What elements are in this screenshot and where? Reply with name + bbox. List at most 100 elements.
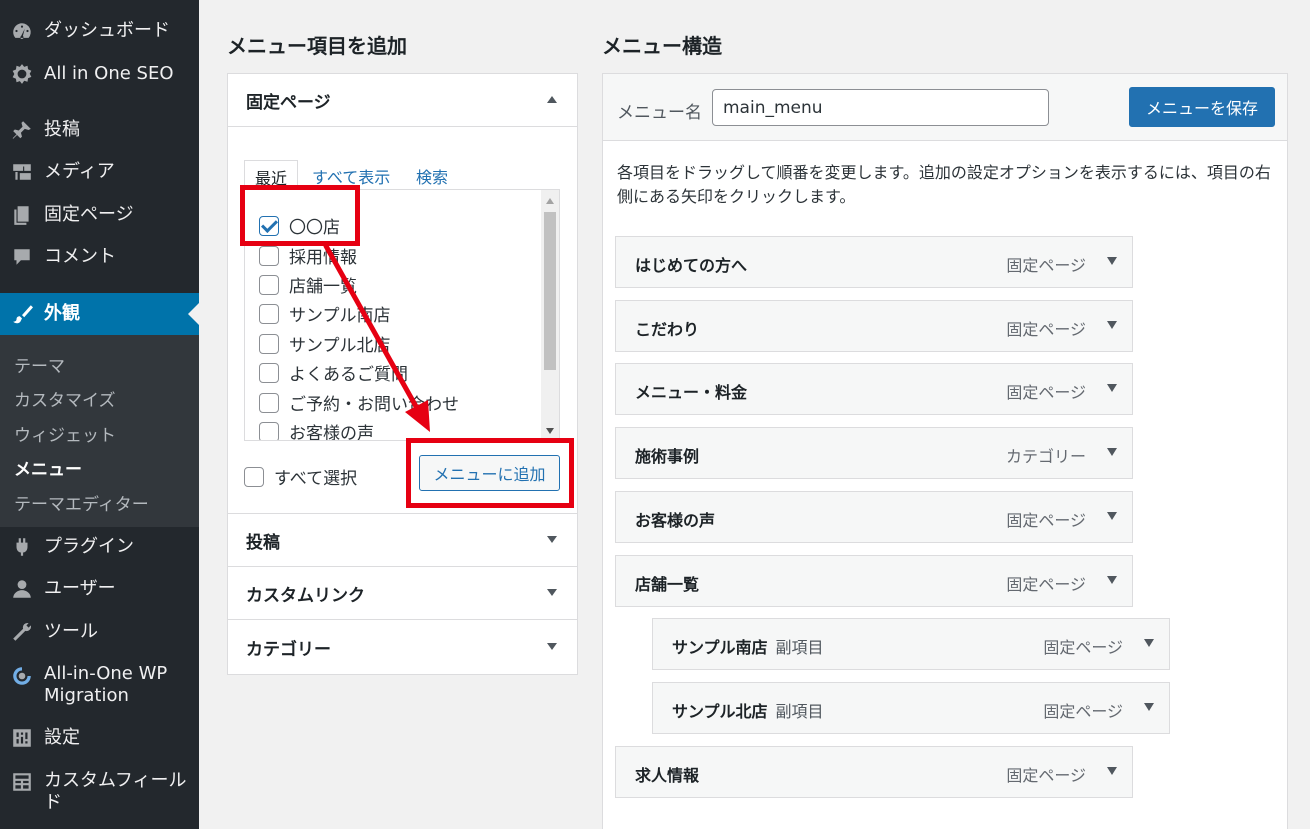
accordion-pages[interactable]: 固定ページ bbox=[228, 74, 577, 127]
sidebar-item-users[interactable]: ユーザー bbox=[0, 578, 199, 600]
sidebar-item-label: コメント bbox=[44, 246, 116, 267]
menu-item[interactable]: 求人情報 固定ページ bbox=[615, 746, 1133, 798]
sidebar-item-seo[interactable]: All in One SEO bbox=[0, 63, 199, 85]
menu-sub-item[interactable]: サンプル北店 副項目 固定ページ bbox=[652, 682, 1170, 734]
brush-icon bbox=[0, 303, 44, 325]
checkbox[interactable] bbox=[259, 333, 279, 354]
page-label: サンプル北店 bbox=[289, 336, 391, 356]
expand-arrow-icon[interactable] bbox=[1107, 384, 1117, 392]
scroll-thumb[interactable] bbox=[544, 212, 556, 370]
expand-arrow-icon[interactable] bbox=[547, 536, 557, 543]
scroll-down-icon[interactable] bbox=[546, 428, 554, 434]
page-label: ご予約・お問い合わせ bbox=[289, 395, 459, 415]
sidebar-item-label: 投稿 bbox=[44, 119, 80, 140]
menu-item[interactable]: こだわり 固定ページ bbox=[615, 300, 1133, 352]
page-label: 採用情報 bbox=[289, 248, 357, 268]
select-all-checkbox[interactable] bbox=[244, 466, 264, 487]
accordion-custom-links[interactable]: カスタムリンク bbox=[228, 567, 577, 620]
menu-name-input[interactable] bbox=[712, 89, 1049, 126]
page-label: サンプル南店 bbox=[289, 306, 391, 326]
submenu-item-menus[interactable]: メニュー bbox=[14, 455, 82, 480]
page-checkbox-row[interactable]: ご予約・お問い合わせ bbox=[259, 390, 459, 415]
sidebar-item-posts[interactable]: 投稿 bbox=[0, 119, 199, 141]
sidebar-item-appearance[interactable]: 外観 bbox=[0, 293, 199, 335]
active-indicator bbox=[188, 303, 199, 325]
checkbox[interactable] bbox=[259, 274, 279, 295]
accordion-title: カテゴリー bbox=[246, 640, 331, 660]
menu-item[interactable]: 施術事例 カテゴリー bbox=[615, 427, 1133, 479]
menu-item[interactable]: はじめての方へ 固定ページ bbox=[615, 236, 1133, 288]
checkbox[interactable] bbox=[259, 362, 279, 383]
checkbox[interactable] bbox=[259, 245, 279, 266]
page-checkbox-row[interactable]: サンプル南店 bbox=[259, 301, 391, 326]
annotation-highlight-add-button bbox=[406, 438, 574, 508]
checkbox[interactable] bbox=[259, 421, 279, 440]
sidebar-item-plugins[interactable]: プラグイン bbox=[0, 536, 199, 558]
accordion-title: 固定ページ bbox=[246, 92, 331, 113]
tab-search[interactable]: 検索 bbox=[406, 160, 458, 190]
expand-arrow-icon[interactable] bbox=[1144, 703, 1154, 711]
expand-arrow-icon[interactable] bbox=[1107, 512, 1117, 520]
menu-item[interactable]: メニュー・料金 固定ページ bbox=[615, 363, 1133, 415]
page-checkbox-row[interactable]: サンプル北店 bbox=[259, 331, 391, 356]
sidebar-item-migration[interactable]: All-in-One WP Migration bbox=[0, 663, 199, 709]
menu-item-title: 求人情報 bbox=[635, 766, 700, 785]
collapse-arrow-icon[interactable] bbox=[547, 96, 557, 103]
submenu-item-theme-editor[interactable]: テーマエディター bbox=[14, 490, 149, 515]
page-checkbox-row[interactable]: 採用情報 bbox=[259, 243, 357, 268]
sidebar-item-comments[interactable]: コメント bbox=[0, 246, 199, 268]
menu-item-title: お客様の声 bbox=[635, 511, 716, 530]
accordion-posts[interactable]: 投稿 bbox=[228, 514, 577, 567]
sidebar-item-tools[interactable]: ツール bbox=[0, 621, 199, 643]
sidebar-item-media[interactable]: メディア bbox=[0, 161, 199, 183]
checkbox[interactable] bbox=[259, 392, 279, 413]
sidebar-item-label: カスタムフィールド bbox=[44, 770, 187, 813]
menu-item[interactable]: 店舗一覧 固定ページ bbox=[615, 555, 1133, 607]
sidebar-item-dashboard[interactable]: ダッシュボード bbox=[0, 20, 199, 42]
accordion-categories[interactable]: カテゴリー bbox=[228, 621, 577, 674]
submenu-item-widgets[interactable]: ウィジェット bbox=[14, 421, 116, 446]
expand-arrow-icon[interactable] bbox=[1107, 448, 1117, 456]
sidebar-item-label: メディア bbox=[44, 161, 115, 182]
page-checkbox-row[interactable]: 店舗一覧 bbox=[259, 272, 357, 297]
sidebar-item-label: プラグイン bbox=[44, 536, 134, 557]
expand-arrow-icon[interactable] bbox=[1107, 257, 1117, 265]
admin-sidebar: ダッシュボード All in One SEO 投稿 メディア 固定ページ コメン… bbox=[0, 0, 199, 829]
expand-arrow-icon[interactable] bbox=[1144, 639, 1154, 647]
sidebar-item-settings[interactable]: 設定 bbox=[0, 727, 199, 749]
drag-instructions: 各項目をドラッグして順番を変更します。追加の設定オプションを表示するには、項目の… bbox=[617, 163, 1271, 206]
expand-arrow-icon[interactable] bbox=[1107, 767, 1117, 775]
scroll-up-icon[interactable] bbox=[546, 198, 554, 204]
page-checkbox-row[interactable]: お客様の声 bbox=[259, 419, 374, 441]
checklist-scrollbar[interactable] bbox=[541, 190, 559, 440]
wrench-icon bbox=[0, 621, 44, 643]
expand-arrow-icon[interactable] bbox=[1107, 576, 1117, 584]
migration-icon bbox=[0, 663, 44, 687]
menu-sub-item[interactable]: サンプル南店 副項目 固定ページ bbox=[652, 618, 1170, 670]
sidebar-item-pages[interactable]: 固定ページ bbox=[0, 204, 199, 226]
accordion-title: カスタムリンク bbox=[246, 585, 365, 606]
media-icon bbox=[0, 161, 44, 183]
page-label: お客様の声 bbox=[289, 424, 374, 441]
menu-item-title-text: サンプル南店 bbox=[672, 638, 768, 657]
page-icon bbox=[0, 204, 44, 226]
menu-item-type: 固定ページ bbox=[1006, 511, 1086, 530]
menu-item-title: 店舗一覧 bbox=[635, 575, 700, 594]
menu-item-type: 固定ページ bbox=[1006, 575, 1086, 594]
submenu-item-customize[interactable]: カスタマイズ bbox=[14, 386, 116, 411]
select-all-row[interactable]: すべて選択 bbox=[244, 464, 357, 489]
sidebar-item-label: 外観 bbox=[44, 303, 80, 324]
checkbox[interactable] bbox=[259, 303, 279, 324]
expand-arrow-icon[interactable] bbox=[547, 643, 557, 650]
expand-arrow-icon[interactable] bbox=[547, 589, 557, 596]
page-checkbox-row[interactable]: よくあるご質問 bbox=[259, 360, 408, 385]
sidebar-item-custom-fields[interactable]: カスタムフィールド bbox=[0, 770, 199, 816]
sidebar-item-label: ダッシュボード bbox=[44, 20, 170, 41]
menu-item[interactable]: お客様の声 固定ページ bbox=[615, 491, 1133, 543]
menu-structure-panel: メニュー名 メニューを保存 各項目をドラッグして順番を変更します。追加の設定オプ… bbox=[602, 73, 1288, 829]
submenu-item-theme[interactable]: テーマ bbox=[14, 352, 65, 377]
page-label: 店舗一覧 bbox=[289, 277, 357, 297]
expand-arrow-icon[interactable] bbox=[1107, 321, 1117, 329]
save-menu-button[interactable]: メニューを保存 bbox=[1129, 87, 1275, 127]
sidebar-item-label: ツール bbox=[44, 621, 98, 642]
